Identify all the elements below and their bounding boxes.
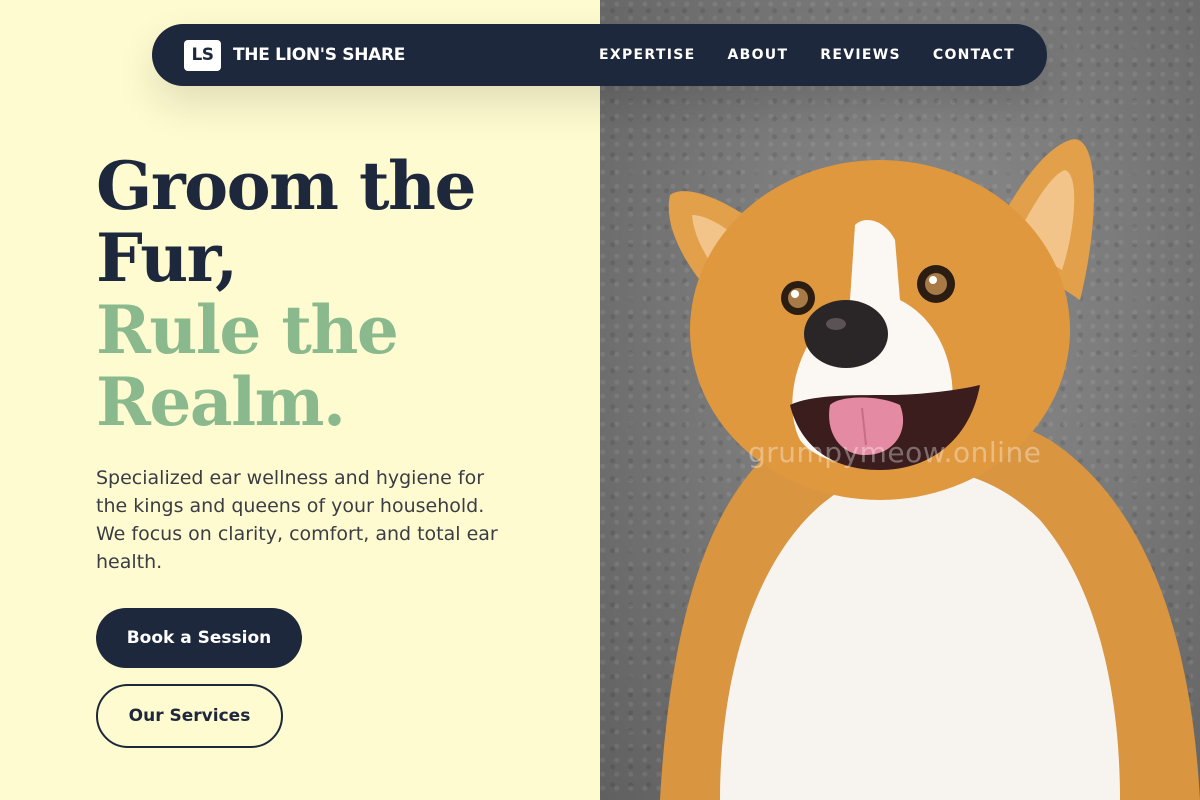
top-navbar: LS THE LION'S SHARE EXPERTISE ABOUT REVI… [152,24,1047,86]
corgi-photo [600,0,1200,800]
our-services-button[interactable]: Our Services [96,684,283,748]
logo-badge[interactable]: LS [184,39,221,71]
headline-line-4: Realm. [96,363,346,441]
watermark-text: grumpymeow.online [748,436,1042,469]
headline-line-1: Groom the [96,147,476,225]
nav-link-about[interactable]: ABOUT [727,47,788,63]
headline-line-2: Fur, [96,219,238,297]
corgi-illustration [660,139,1200,800]
nav-menu: EXPERTISE ABOUT REVIEWS CONTACT [599,47,1015,63]
book-session-button[interactable]: Book a Session [96,608,302,668]
brand-name[interactable]: THE LION'S SHARE [233,45,405,65]
headline-line-3: Rule the [96,291,399,369]
nav-link-reviews[interactable]: REVIEWS [820,47,901,63]
hero-headline: Groom the Fur, Rule the Realm. [96,147,476,441]
hero-panel: Groom the Fur, Rule the Realm. Specializ… [0,0,600,800]
nav-link-contact[interactable]: CONTACT [933,47,1015,63]
nav-link-expertise[interactable]: EXPERTISE [599,47,695,63]
hero-description: Specialized ear wellness and hygiene for… [96,467,498,573]
